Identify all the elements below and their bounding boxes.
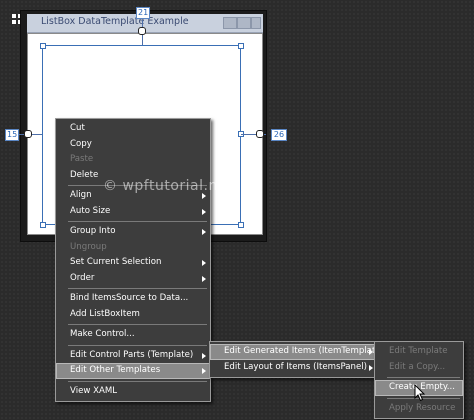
menu-item-apply-resource: Apply Resource xyxy=(375,401,463,417)
margin-lock-left-icon[interactable] xyxy=(24,130,32,138)
menu-item-edit-generated-items-itemtemplate[interactable]: Edit Generated Items (ItemTemplate) xyxy=(210,344,384,360)
resize-handle-top-right[interactable] xyxy=(238,43,244,49)
menu-item-label: Edit Template xyxy=(389,346,448,356)
close-icon xyxy=(251,17,261,29)
mouse-cursor-icon xyxy=(414,384,426,402)
menu-item-label: Edit Layout of Items (ItemsPanel) xyxy=(224,361,368,372)
menu-item-label: Edit Control Parts (Template) xyxy=(70,349,194,360)
menu-item-auto-size[interactable]: Auto Size xyxy=(56,204,210,220)
menu-item-add-listboxitem[interactable]: Add ListBoxItem xyxy=(56,307,210,323)
window-title: ListBox DataTemplate Example xyxy=(41,16,189,27)
minimize-icon xyxy=(223,17,237,29)
menu-item-label: Cut xyxy=(70,123,85,133)
menu-item-copy[interactable]: Copy xyxy=(56,137,210,153)
menu-item-label: Auto Size xyxy=(70,205,111,216)
margin-right-value: 26 xyxy=(271,129,287,141)
menu-item-label: Paste xyxy=(70,154,94,164)
submenu-arrow-icon xyxy=(202,260,206,266)
submenu-arrow-icon xyxy=(369,349,373,355)
submenu-arrow-icon xyxy=(369,364,373,371)
resize-handle-top-left[interactable] xyxy=(40,43,46,49)
menu-item-edit-other-templates[interactable]: Edit Other Templates xyxy=(56,363,210,379)
menu-item-label: Group Into xyxy=(70,226,116,236)
menu-item-label: View XAML xyxy=(70,385,118,396)
menu-separator xyxy=(68,221,207,222)
menu-item-ungroup: Ungroup xyxy=(56,240,210,256)
menu-item-label: Order xyxy=(70,272,95,283)
menu-item-order[interactable]: Order xyxy=(56,271,210,287)
menu-item-label: Add ListBoxItem xyxy=(70,308,140,319)
menu-item-label: Edit a Copy... xyxy=(389,361,446,372)
menu-item-edit-template: Edit Template xyxy=(375,344,463,360)
submenu-arrow-icon xyxy=(202,368,206,374)
menu-item-edit-a-copy: Edit a Copy... xyxy=(375,360,463,376)
resize-handle-bottom-right[interactable] xyxy=(238,222,244,228)
menu-item-label: Delete xyxy=(70,169,99,180)
menu-item-cut[interactable]: Cut xyxy=(56,121,210,137)
menu-item-label: Apply Resource xyxy=(389,402,456,413)
margin-lock-right-icon[interactable] xyxy=(256,130,264,138)
submenu-arrow-icon xyxy=(202,352,206,359)
menu-item-label: Copy xyxy=(70,138,92,149)
margin-lock-top-icon[interactable] xyxy=(138,27,146,35)
margin-top-value: 21 xyxy=(136,7,150,19)
menu-separator xyxy=(68,380,207,382)
menu-item-group-into[interactable]: Group Into xyxy=(56,224,210,240)
menu-item-edit-layout-of-items-itemspanel[interactable]: Edit Layout of Items (ItemsPanel) xyxy=(210,360,377,376)
menu-item-label: Edit Generated Items (ItemTemplate) xyxy=(224,346,384,356)
menu-separator xyxy=(68,324,207,325)
menu-item-label: Make Control... xyxy=(70,329,135,339)
submenu-arrow-icon xyxy=(202,229,206,235)
resize-handle-bottom-left[interactable] xyxy=(40,222,46,228)
menu-item-label: Ungroup xyxy=(70,241,107,252)
maximize-icon xyxy=(237,17,251,29)
menu-item-make-control[interactable]: Make Control... xyxy=(56,327,210,343)
menu-item-edit-control-parts-template[interactable]: Edit Control Parts (Template) xyxy=(56,348,210,364)
menu-item-bind-itemssource-to-data[interactable]: Bind ItemsSource to Data... xyxy=(56,291,210,307)
watermark-text: © wpftutorial.net xyxy=(103,178,233,194)
menu-separator xyxy=(68,344,207,346)
menu-separator xyxy=(68,288,207,289)
submenu-arrow-icon xyxy=(202,208,206,215)
menu-item-label: Set Current Selection xyxy=(70,257,162,267)
menu-item-label: Bind ItemsSource to Data... xyxy=(70,293,189,303)
submenu-edit-generated-items: Edit Template Edit a Copy... Create Empty.… xyxy=(374,341,464,419)
context-menu: Cut Copy Paste Delete Align Auto Size Group In… xyxy=(55,118,211,402)
submenu-edit-other-templates: Edit Generated Items (ItemTemplate) Edit … xyxy=(209,341,384,378)
menu-item-label: Align xyxy=(70,190,92,200)
menu-item-paste: Paste xyxy=(56,152,210,168)
menu-separator xyxy=(387,377,460,378)
margin-left-value: 15 xyxy=(5,129,19,141)
menu-item-label: Edit Other Templates xyxy=(70,365,161,375)
menu-item-view-xaml[interactable]: View XAML xyxy=(56,384,210,400)
submenu-arrow-icon xyxy=(202,275,206,282)
menu-item-set-current-selection[interactable]: Set Current Selection xyxy=(56,255,210,271)
